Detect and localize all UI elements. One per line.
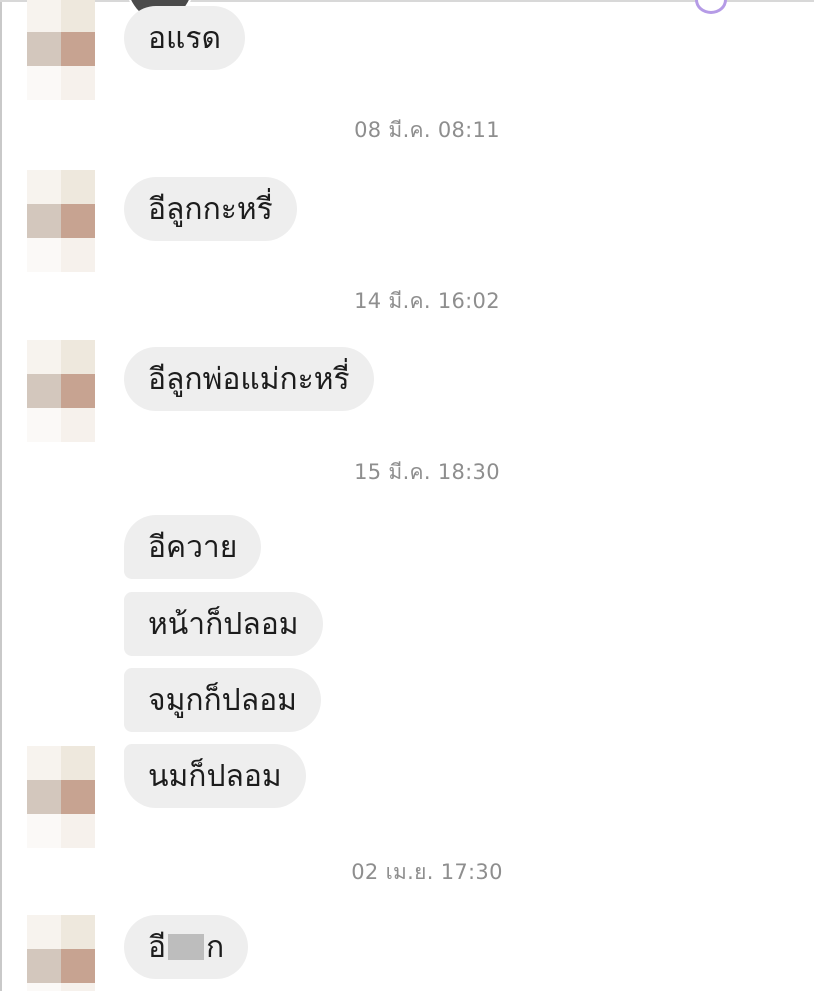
message-text: อีควาย — [148, 529, 238, 565]
censor-block-icon — [168, 934, 205, 960]
timestamp: 02 เม.ย. 17:30 — [351, 860, 503, 884]
sender-avatar[interactable] — [27, 0, 95, 100]
message-text-prefix: อี — [148, 929, 167, 965]
sender-avatar[interactable] — [27, 170, 95, 272]
sender-avatar[interactable] — [27, 915, 95, 991]
message-bubble[interactable]: อีลูกพ่อแม่กะหรี่ — [124, 347, 374, 411]
message-bubble[interactable]: อีลูกกะหรี่ — [124, 177, 297, 241]
message-text: อีลูกกะหรี่ — [148, 191, 273, 227]
message-bubble[interactable]: นมก็ปลอม — [124, 744, 306, 808]
message-bubble[interactable]: อแรด — [124, 6, 245, 70]
sender-avatar[interactable] — [27, 746, 95, 848]
message-text: อแรด — [148, 20, 221, 56]
message-text: จมูกก็ปลอม — [148, 682, 297, 718]
story-ring-icon[interactable] — [695, 0, 727, 14]
message-bubble[interactable]: อี ก — [124, 915, 249, 979]
message-bubble[interactable]: จมูกก็ปลอม — [124, 668, 321, 732]
message-bubble[interactable]: อีควาย — [124, 515, 262, 579]
timestamp: 14 มี.ค. 16:02 — [354, 289, 500, 313]
chat-screen: อแรด 08 มี.ค. 08:11 อีลูกกะหรี่ 14 มี.ค.… — [0, 0, 814, 991]
message-text: นมก็ปลอม — [148, 758, 282, 794]
message-text: หน้าก็ปลอม — [148, 606, 299, 642]
window-edge — [0, 0, 2, 991]
timestamp: 15 มี.ค. 18:30 — [354, 460, 500, 484]
message-text-suffix: ก — [206, 929, 225, 965]
header-divider — [0, 0, 814, 2]
message-text: อีลูกพ่อแม่กะหรี่ — [148, 361, 350, 397]
timestamp: 08 มี.ค. 08:11 — [354, 118, 500, 142]
sender-avatar[interactable] — [27, 340, 95, 442]
message-bubble[interactable]: หน้าก็ปลอม — [124, 592, 323, 656]
